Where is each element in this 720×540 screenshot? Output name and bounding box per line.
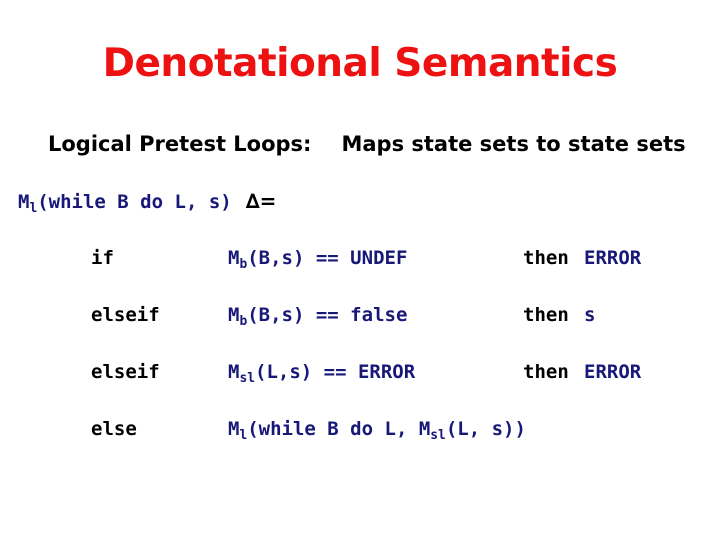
clause-row: if Mb(B,s) == UNDEF then ERROR <box>0 246 720 303</box>
clause-keyword: elseif <box>91 304 160 326</box>
clause-keyword: else <box>91 418 137 440</box>
clause-condition-function: M <box>228 304 240 326</box>
definition-equals-symbol: ∆= <box>245 189 277 213</box>
clause-condition-body: (B,s) == UNDEF <box>247 247 408 269</box>
clause-condition-subscript: b <box>239 313 248 329</box>
clause-row: elseif Mb(B,s) == false then s <box>0 303 720 360</box>
clause-result: ERROR <box>584 247 642 269</box>
clause-then-keyword: then <box>523 247 569 269</box>
clause-row: elseif Msl(L,s) == ERROR then ERROR <box>0 360 720 417</box>
subtitle-label: Logical Pretest Loops: <box>48 132 312 156</box>
clause-then-keyword: then <box>523 304 569 326</box>
clause-list: if Mb(B,s) == UNDEF then ERROR elseif Mb… <box>0 246 720 474</box>
clause-keyword: elseif <box>91 361 160 383</box>
clause-condition-function: M <box>228 418 240 440</box>
clause-condition-function: M <box>228 247 240 269</box>
clause-condition-body: (B,s) == false <box>247 304 408 326</box>
clause-condition-body: (L,s) == ERROR <box>255 361 416 383</box>
clause-condition: Ml(while B do L, Msl(L, s)) <box>228 417 526 444</box>
clause-row: else Ml(while B do L, Msl(L, s)) <box>0 417 720 474</box>
clause-result: ERROR <box>584 361 642 383</box>
clause-condition-subscript: l <box>239 427 248 443</box>
definition-function-letter: M <box>18 191 30 213</box>
clause-condition-body: (while B do L, <box>247 418 419 440</box>
clause-condition: Msl(L,s) == ERROR <box>228 360 415 387</box>
page-title: Denotational Semantics <box>102 41 618 86</box>
subtitle-description: Maps state sets to state sets <box>341 132 686 156</box>
clause-result: s <box>584 304 596 326</box>
clause-condition-subscript: sl <box>239 370 255 386</box>
clause-condition: Mb(B,s) == false <box>228 303 407 330</box>
clause-condition-subscript-2: sl <box>430 427 446 443</box>
slide-canvas: Denotational Semantics Logical Pretest L… <box>0 0 720 540</box>
clause-keyword: if <box>91 247 114 269</box>
clause-condition-function-2: M <box>418 418 431 440</box>
clause-condition-subscript: b <box>239 256 248 272</box>
definition-function-subscript: l <box>29 200 38 216</box>
clause-then-keyword: then <box>523 361 569 383</box>
definition-signature-body: (while B do L, s) <box>37 191 232 213</box>
clause-condition-function: M <box>228 361 240 383</box>
definition-function-name: Ml <box>18 191 38 216</box>
clause-condition: Mb(B,s) == UNDEF <box>228 246 407 273</box>
subtitle-row: Logical Pretest Loops: Maps state sets to… <box>48 130 708 158</box>
definition-signature: Ml(while B do L, s) ∆= <box>18 188 276 218</box>
clause-condition-body-2: (L, s)) <box>445 418 526 440</box>
